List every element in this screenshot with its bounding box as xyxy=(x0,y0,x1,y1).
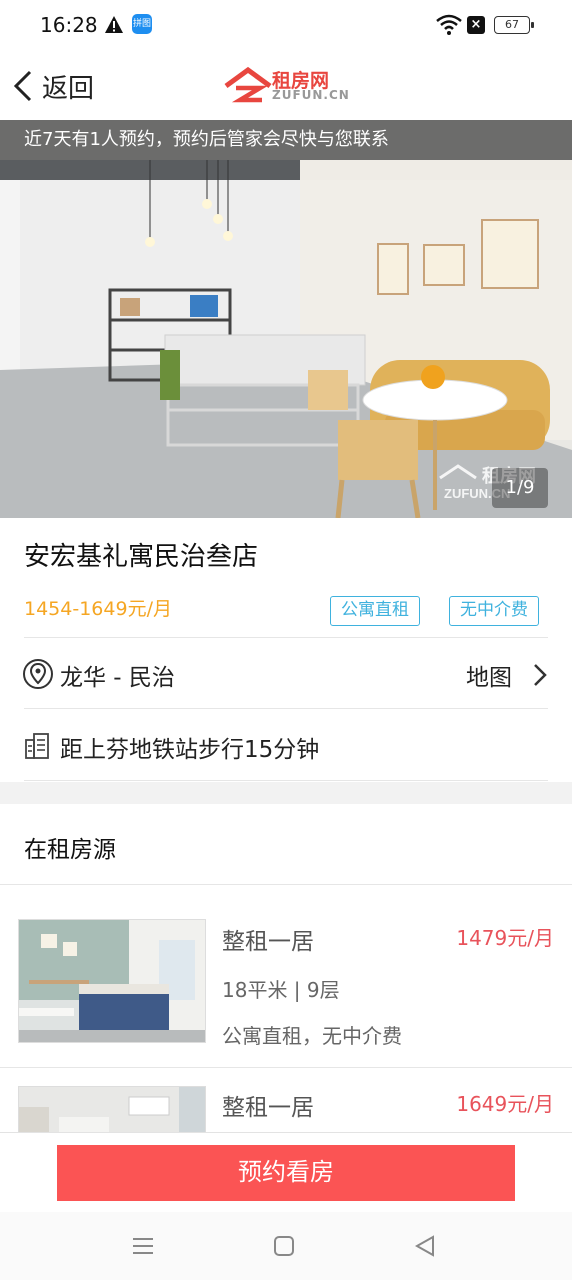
location-pin-icon xyxy=(23,659,53,689)
menu-icon[interactable] xyxy=(129,1232,157,1260)
property-title: 安宏基礼寓民治叁店 xyxy=(24,542,259,572)
divider xyxy=(24,637,548,638)
listing-features: 公寓直租，无中介费 xyxy=(222,1024,402,1048)
nav-bar: 返回 租房网 ZUFUN.CN xyxy=(0,52,572,120)
house-logo-icon xyxy=(224,66,272,103)
apartment-photo: 租房网 ZUFUN.CN xyxy=(0,120,572,518)
back-triangle-icon[interactable] xyxy=(411,1232,439,1260)
listing-title: 整租一居 xyxy=(222,1095,314,1121)
listing-thumbnail xyxy=(18,1086,206,1132)
metro-distance: 距上芬地铁站步行15分钟 xyxy=(60,737,320,763)
booking-notice: 近7天有1人预约，预约后管家会尽快与您联系 xyxy=(0,120,572,160)
metro-row: 距上芬地铁站步行15分钟 xyxy=(0,710,572,780)
chevron-right-icon xyxy=(534,664,547,686)
image-counter: 1/9 xyxy=(492,468,548,508)
book-viewing-button[interactable]: 预约看房 xyxy=(57,1145,515,1201)
photo-carousel[interactable]: 租房网 ZUFUN.CN 近7天有1人预约，预约后管家会尽快与您联系 1/9 xyxy=(0,120,572,518)
listing-price: 1479元/月 xyxy=(456,926,554,950)
listing-thumbnail xyxy=(18,919,206,1043)
warning-icon xyxy=(105,16,123,33)
back-label: 返回 xyxy=(42,73,95,104)
chevron-left-icon xyxy=(13,70,32,102)
no-sim-icon: × xyxy=(467,16,485,34)
map-link[interactable]: 地图 xyxy=(466,658,512,692)
divider xyxy=(24,708,548,709)
page: 16:28 拼图 × 67 返回 租房网 ZUFUN.CN 租房网 ZUFUN.… xyxy=(0,0,572,1280)
section-spacer xyxy=(0,782,572,804)
app-badge-icon: 拼图 xyxy=(132,14,152,34)
zufun-logo: 租房网 ZUFUN.CN xyxy=(222,66,350,106)
divider xyxy=(24,780,548,781)
logo-text-en: ZUFUN.CN xyxy=(272,88,350,102)
home-icon[interactable] xyxy=(270,1232,298,1260)
listing-item[interactable]: 整租一居 1649元/月 xyxy=(0,1068,572,1132)
back-button[interactable]: 返回 xyxy=(10,64,94,108)
listing-item[interactable]: 整租一居 1479元/月 18平米 | 9层 公寓直租，无中介费 xyxy=(0,900,572,1066)
status-time: 16:28 xyxy=(40,13,98,37)
battery-icon: 67 xyxy=(494,16,534,34)
tag-direct-rent: 公寓直租 xyxy=(330,596,420,626)
wifi-icon xyxy=(436,14,462,35)
bottom-action-bar: 预约看房 xyxy=(0,1132,572,1212)
system-nav-bar xyxy=(0,1212,572,1280)
listing-price: 1649元/月 xyxy=(456,1092,554,1116)
location-text: 龙华 - 民治 xyxy=(60,665,175,691)
listing-size: 18平米 | 9层 xyxy=(222,978,340,1002)
building-icon xyxy=(25,733,49,759)
property-price: 1454-1649元/月 xyxy=(24,598,172,620)
location-row[interactable]: 龙华 - 民治 地图 xyxy=(0,640,572,708)
tag-no-agency-fee: 无中介费 xyxy=(449,596,539,626)
listing-title: 整租一居 xyxy=(222,929,314,955)
section-title: 在租房源 xyxy=(24,837,116,863)
divider xyxy=(0,884,572,885)
status-bar: 16:28 拼图 × 67 xyxy=(0,0,572,52)
